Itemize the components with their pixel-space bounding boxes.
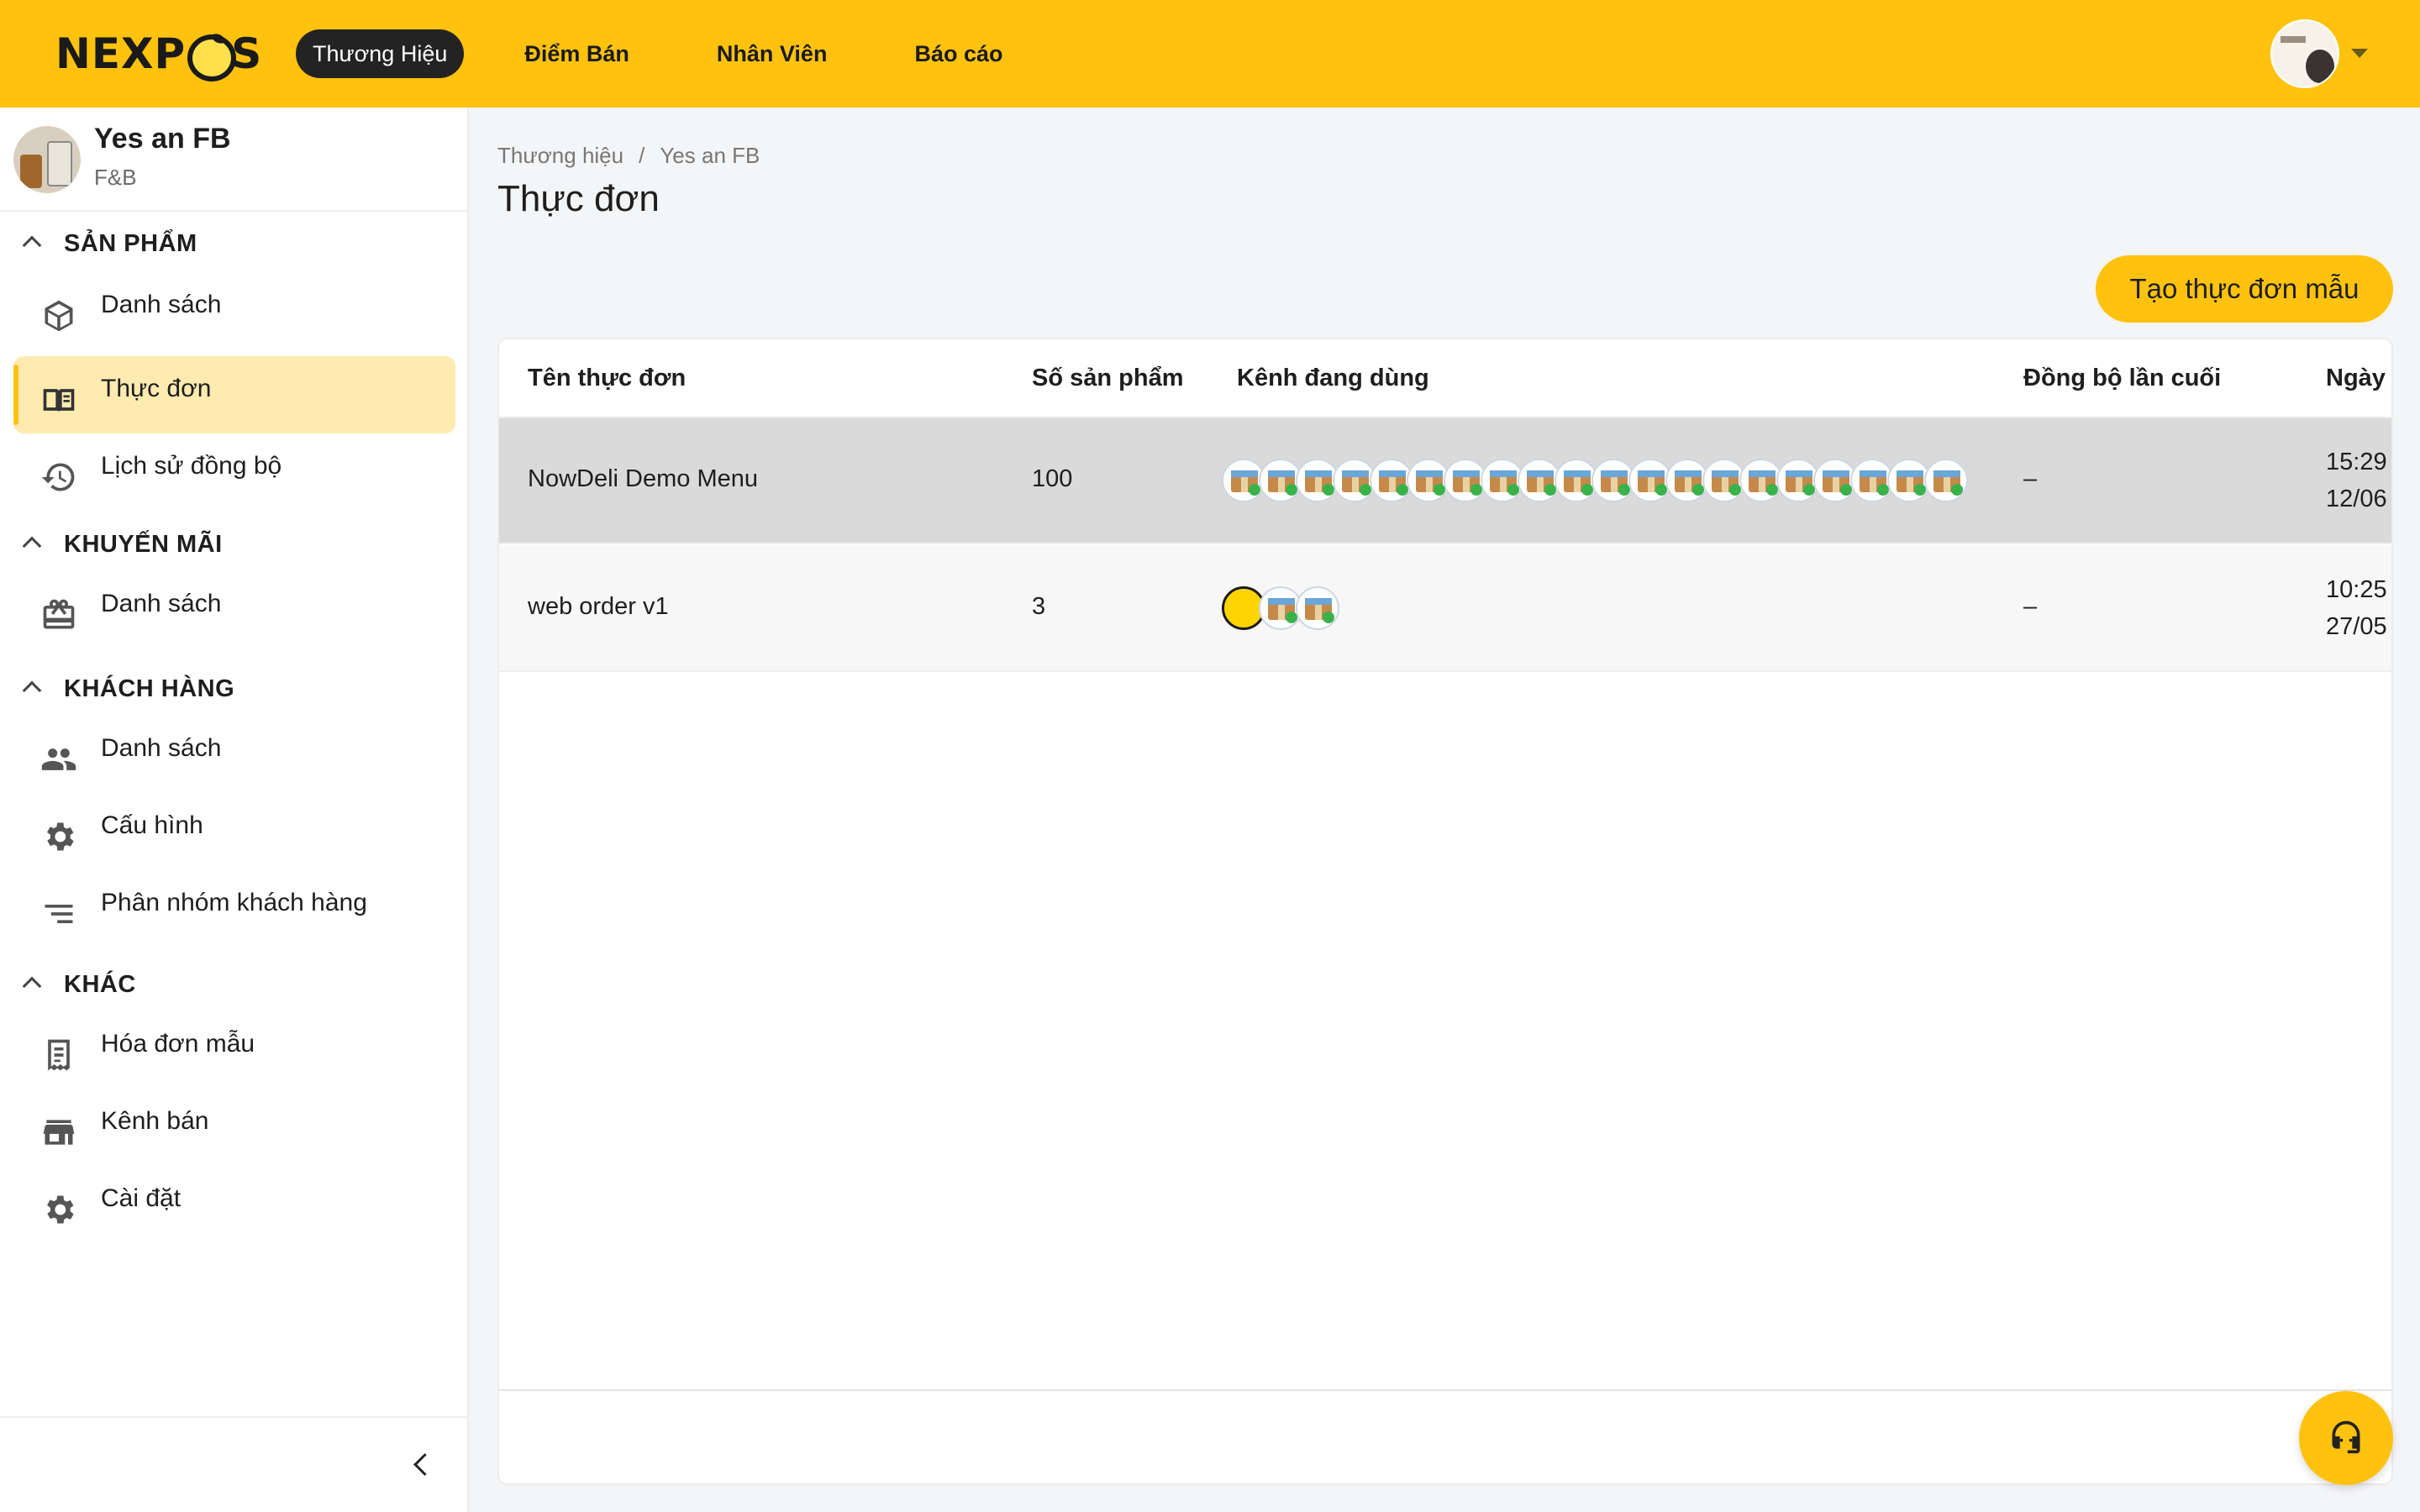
cell-product-count: 100: [1032, 465, 1073, 492]
section-khac[interactable]: KHÁC: [0, 959, 469, 1010]
create-template-menu-button[interactable]: Tạo thực đơn mẫu: [2096, 255, 2393, 323]
sidebar-item-cau-hinh[interactable]: Cấu hình: [13, 793, 455, 870]
sidebar-item-label: Thực đơn: [101, 375, 212, 402]
channel-avatar[interactable]: [1924, 459, 1968, 502]
brand-name: Yes an FB: [94, 123, 231, 155]
brand-category: F&B: [94, 165, 137, 190]
section-khach-hang[interactable]: KHÁCH HÀNG: [0, 664, 469, 714]
sidebar-item-label: Hóa đơn mẫu: [101, 1030, 255, 1058]
user-avatar[interactable]: [2270, 19, 2339, 88]
main-nav: Thương Hiệu Điểm Bán Nhân Viên Báo cáo: [296, 29, 1074, 78]
cell-menu-name[interactable]: web order v1: [528, 593, 669, 621]
cell-date: 15:29 12/06: [2326, 444, 2387, 517]
cell-last-sync: –: [2023, 593, 2038, 620]
brand-header[interactable]: Yes an FB F&B: [0, 108, 469, 212]
breadcrumb-thuong-hieu[interactable]: Thương hiệu: [497, 143, 623, 169]
section-title: SẢN PHẨM: [64, 229, 197, 257]
sidebar-item-khuyen-mai-danh-sach[interactable]: Danh sách: [13, 571, 455, 648]
nav-diem-ban[interactable]: Điểm Bán: [508, 29, 646, 78]
people-icon: [41, 748, 76, 770]
breadcrumb-separator: /: [639, 143, 645, 168]
col-header-last-sync[interactable]: Đồng bộ lần cuối: [2023, 365, 2221, 392]
col-header-name[interactable]: Tên thực đơn: [528, 365, 686, 392]
sidebar-item-san-pham-danh-sach[interactable]: Danh sách: [13, 272, 455, 349]
sidebar-item-label: Danh sách: [101, 734, 222, 762]
chevron-up-icon: [22, 680, 42, 701]
gear-icon: [47, 1195, 74, 1224]
cell-date-time: 10:25: [2326, 576, 2387, 603]
section-title: KHÁC: [64, 970, 136, 998]
col-header-channels[interactable]: Kênh đang dùng: [1237, 365, 1429, 392]
menu-table: Tên thực đơn Số sản phẩm Kênh đang dùng …: [497, 338, 2393, 1485]
brand-avatar: [13, 126, 81, 193]
support-chat-button[interactable]: [2299, 1391, 2393, 1485]
cell-product-count: 3: [1032, 593, 1046, 620]
section-khuyen-mai[interactable]: KHUYẾN MÃI: [0, 519, 469, 570]
chevron-up-icon: [22, 235, 42, 255]
sidebar-item-label: Kênh bán: [101, 1107, 209, 1135]
cell-date-day: 27/05: [2326, 613, 2387, 640]
nexpos-logo[interactable]: NEXP S: [55, 29, 262, 81]
headset-icon: [2332, 1420, 2360, 1454]
table-footer-divider: [499, 1389, 2391, 1391]
gift-card-icon: [43, 599, 75, 629]
sidebar-item-lich-su-dong-bo[interactable]: Lịch sử đồng bộ: [13, 433, 455, 511]
chevron-left-icon[interactable]: [410, 1455, 430, 1475]
nav-nhan-vien[interactable]: Nhân Viên: [700, 29, 844, 78]
sidebar-item-phan-nhom-khach-hang[interactable]: Phân nhóm khách hàng: [13, 870, 455, 948]
gear-icon: [47, 822, 74, 851]
cell-menu-name[interactable]: NowDeli Demo Menu: [528, 465, 758, 493]
section-title: KHÁCH HÀNG: [64, 675, 235, 702]
menu-book-icon: [43, 389, 75, 412]
sidebar-item-kenh-ban[interactable]: Kênh bán: [13, 1089, 455, 1166]
sidebar-item-label: Lịch sử đồng bộ: [101, 452, 282, 480]
history-icon: [41, 463, 75, 491]
chevron-up-icon: [22, 536, 42, 556]
receipt-icon: [48, 1039, 70, 1071]
store-icon: [43, 1120, 75, 1145]
sidebar-item-thuc-don[interactable]: Thực đơn: [13, 356, 455, 433]
chevron-up-icon: [22, 976, 42, 996]
page-title: Thực đơn: [497, 178, 660, 219]
package-icon: [45, 300, 73, 332]
breadcrumb: Thương hiệu / Yes an FB: [497, 143, 760, 169]
sidebar-item-hoa-don-mau[interactable]: Hóa đơn mẫu: [13, 1011, 455, 1089]
section-san-pham[interactable]: SẢN PHẨM: [0, 218, 469, 269]
col-header-count[interactable]: Số sản phẩm: [1032, 365, 1184, 392]
channel-avatar[interactable]: [1296, 586, 1339, 630]
nav-thuong-hieu[interactable]: Thương Hiệu: [296, 29, 465, 78]
table-header: Tên thực đơn Số sản phẩm Kênh đang dùng …: [499, 339, 2391, 418]
list-icon: [45, 905, 73, 923]
cell-date-time: 15:29: [2326, 449, 2387, 475]
nav-bao-cao[interactable]: Báo cáo: [897, 29, 1019, 78]
col-header-date[interactable]: Ngày: [2326, 365, 2386, 392]
cell-last-sync: –: [2023, 465, 2038, 492]
sidebar-item-label: Cài đặt: [101, 1184, 182, 1212]
table-row[interactable]: web order v1 3 – 10:25 27/05: [499, 546, 2391, 672]
cell-date: 10:25 27/05: [2326, 571, 2387, 645]
top-bar: NEXP S Thương Hiệu Điểm Bán Nhân Viên Báo…: [0, 0, 2420, 108]
breadcrumb-brand[interactable]: Yes an FB: [660, 143, 760, 169]
sidebar: Yes an FB F&B SẢN PHẨM Danh sách Thực đơ…: [0, 108, 469, 1512]
sidebar-item-cai-dat[interactable]: Cài đặt: [13, 1166, 455, 1243]
table-row[interactable]: NowDeli Demo Menu 100 – 15:29 12/06: [499, 418, 2391, 544]
sidebar-item-label: Danh sách: [101, 590, 222, 617]
sidebar-footer: [0, 1416, 469, 1512]
sidebar-item-label: Phân nhóm khách hàng: [101, 889, 367, 916]
sidebar-item-label: Cấu hình: [101, 811, 203, 839]
cell-date-day: 12/06: [2326, 486, 2387, 512]
section-title: KHUYẾN MÃI: [64, 530, 223, 558]
caret-down-icon[interactable]: [2351, 49, 2368, 58]
sidebar-item-label: Danh sách: [101, 291, 222, 318]
sidebar-item-khach-hang-danh-sach[interactable]: Danh sách: [13, 716, 455, 793]
logo-o-mark: [187, 34, 237, 81]
